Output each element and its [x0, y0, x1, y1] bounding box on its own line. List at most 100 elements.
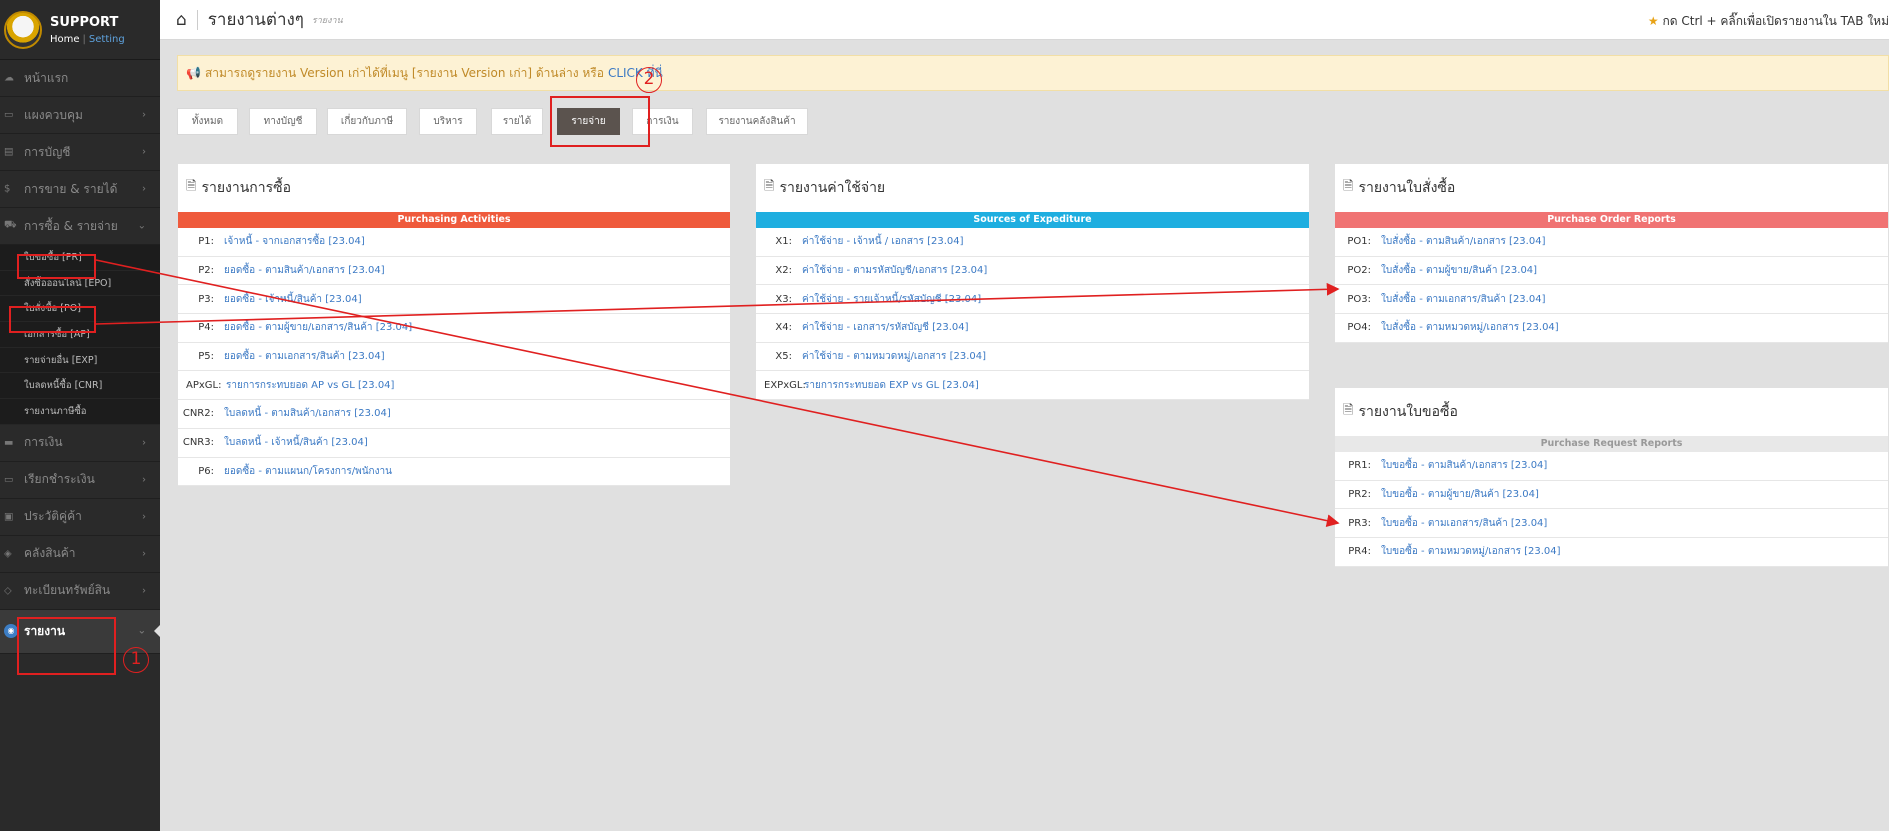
report-row[interactable]: X5: ค่าใช้จ่าย - ตามหมวดหมู่/เอกสาร [23.0… — [756, 343, 1309, 372]
report-code: P1: — [198, 236, 214, 248]
report-link[interactable]: รายการกระทบยอด AP vs GL [23.04] — [226, 378, 394, 393]
report-row[interactable]: X4: ค่าใช้จ่าย - เอกสาร/รหัสบัญชี [23.04] — [756, 314, 1309, 343]
tab-4[interactable]: รายได้ — [491, 108, 543, 135]
report-code: CNR2: — [182, 408, 214, 420]
annotation-number-1: 1 — [123, 647, 149, 673]
tab-2[interactable]: เกี่ยวกับภาษี — [327, 108, 407, 135]
report-code: PR3: — [1348, 517, 1371, 529]
chevron-icon: ⌄ — [137, 220, 146, 232]
report-row[interactable]: PR3: ใบขอซื้อ - ตามเอกสาร/สินค้า [23.04] — [1335, 509, 1888, 539]
report-row[interactable]: P5: ยอดซื้อ - ตามเอกสาร/สินค้า [23.04] — [178, 343, 730, 372]
chevron-down-icon: ⌄ — [137, 625, 146, 637]
tab-1[interactable]: ทางบัญชี — [249, 108, 317, 135]
sidebar-item-label: การบัญชี — [24, 144, 71, 159]
report-row[interactable]: P6: ยอดซื้อ - ตามแผนก/โครงการ/พนักงาน — [178, 458, 730, 487]
sidebar-item-label: คลังสินค้า — [24, 546, 76, 561]
panel-purchase-order-reports: 🗎 รายงานใบสั่งซื้อ Purchase Order Reports P… — [1334, 163, 1889, 344]
report-link[interactable]: ค่าใช้จ่าย - เจ้าหนี้ / เอกสาร [23.04] — [802, 234, 964, 249]
report-row[interactable]: CNR2: ใบลดหนี้ - ตามสินค้า/เอกสาร [23.04] — [178, 400, 730, 429]
report-row[interactable]: PR2: ใบขอซื้อ - ตามผู้ขาย/สินค้า [23.04] — [1335, 481, 1888, 510]
sidebar-item-bottom-0[interactable]: ▬ การเงิน › — [0, 425, 160, 462]
report-link[interactable]: ยอดซื้อ - ตามเอกสาร/สินค้า [23.04] — [224, 349, 385, 364]
home-icon[interactable]: ⌂ — [176, 10, 187, 30]
sidebar-item-label: ทะเบียนทรัพย์สิน — [24, 583, 111, 598]
report-row[interactable]: P1: เจ้าหนี้ - จากเอกสารซื้อ [23.04] — [178, 228, 730, 257]
home-link[interactable]: Home — [50, 34, 80, 45]
sidebar-item-top-2[interactable]: ▤ การบัญชี › — [0, 134, 160, 171]
sidebar-item-bottom-1[interactable]: ▭ เรียกชำระเงิน › — [0, 462, 160, 499]
report-link[interactable]: ใบขอซื้อ - ตามหมวดหมู่/เอกสาร [23.04] — [1381, 544, 1561, 559]
sidebar-item-label: การเงิน — [24, 435, 63, 450]
report-link[interactable]: รายการกระทบยอด EXP vs GL [23.04] — [804, 378, 979, 393]
chevron-icon: › — [142, 585, 146, 597]
document-icon: 🗎 — [1343, 403, 1354, 418]
megaphone-icon: 📢 — [186, 66, 201, 80]
sidebar-item-label: แผงควบคุม — [24, 107, 83, 122]
sidebar-item-top-4[interactable]: ⛟ การซื้อ & รายจ่าย ⌄ — [0, 208, 160, 245]
document-icon: 🗎 — [764, 179, 775, 194]
submenu-item[interactable]: รายจ่ายอื่น [EXP] — [0, 348, 160, 374]
report-row[interactable]: X2: ค่าใช้จ่าย - ตามรหัสบัญชี/เอกสาร [23.… — [756, 257, 1309, 286]
report-row[interactable]: PO1: ใบสั่งซื้อ - ตามสินค้า/เอกสาร [23.04… — [1335, 228, 1888, 257]
report-link[interactable]: ใบสั่งซื้อ - ตามผู้ขาย/สินค้า [23.04] — [1381, 263, 1537, 278]
report-link[interactable]: ยอดซื้อ - ตามสินค้า/เอกสาร [23.04] — [224, 263, 385, 278]
report-code: PR4: — [1348, 546, 1371, 558]
report-link[interactable]: ใบขอซื้อ - ตามผู้ขาย/สินค้า [23.04] — [1381, 487, 1539, 502]
cubes-icon: ◈ — [4, 548, 12, 560]
chevron-icon: › — [142, 511, 146, 523]
report-link[interactable]: ค่าใช้จ่าย - เอกสาร/รหัสบัญชี [23.04] — [802, 320, 969, 335]
report-code: P2: — [198, 265, 214, 277]
submenu-item[interactable]: รายงานภาษีซื้อ — [0, 399, 160, 425]
report-link[interactable]: ใบขอซื้อ - ตามเอกสาร/สินค้า [23.04] — [1381, 516, 1547, 531]
sidebar-item-label: เรียกชำระเงิน — [24, 472, 95, 487]
report-link[interactable]: ใบลดหนี้ - เจ้าหนี้/สินค้า [23.04] — [224, 435, 368, 450]
page-subtitle: รายงาน — [311, 15, 343, 26]
report-row[interactable]: P3: ยอดซื้อ - เจ้าหนี้/สินค้า [23.04] — [178, 285, 730, 315]
report-row[interactable]: PR4: ใบขอซื้อ - ตามหมวดหมู่/เอกสาร [23.04… — [1335, 538, 1888, 567]
report-row[interactable]: PO2: ใบสั่งซื้อ - ตามผู้ขาย/สินค้า [23.04… — [1335, 257, 1888, 286]
setting-link[interactable]: Setting — [89, 34, 125, 45]
report-row[interactable]: CNR3: ใบลดหนี้ - เจ้าหนี้/สินค้า [23.04] — [178, 429, 730, 458]
sidebar-item-bottom-2[interactable]: ▣ ประวัติคู่ค้า › — [0, 499, 160, 536]
chevron-icon: › — [142, 146, 146, 158]
report-row[interactable]: X3: ค่าใช้จ่าย - รายเจ้าหนี้/รหัสบัญชี [2… — [756, 285, 1309, 315]
report-link[interactable]: ใบสั่งซื้อ - ตามสินค้า/เอกสาร [23.04] — [1381, 234, 1545, 249]
report-row[interactable]: PO3: ใบสั่งซื้อ - ตามเอกสาร/สินค้า [23.04… — [1335, 285, 1888, 315]
report-link[interactable]: ยอดซื้อ - ตามผู้ขาย/เอกสาร/สินค้า [23.04… — [224, 320, 412, 335]
tab-0[interactable]: ทั้งหมด — [177, 108, 238, 135]
report-link[interactable]: ค่าใช้จ่าย - รายเจ้าหนี้/รหัสบัญชี [23.0… — [802, 292, 981, 307]
report-link[interactable]: ยอดซื้อ - เจ้าหนี้/สินค้า [23.04] — [224, 292, 362, 307]
report-row[interactable]: P4: ยอดซื้อ - ตามผู้ขาย/เอกสาร/สินค้า [23… — [178, 314, 730, 343]
report-row[interactable]: X1: ค่าใช้จ่าย - เจ้าหนี้ / เอกสาร [23.04… — [756, 228, 1309, 257]
sidebar-item-top-3[interactable]: $ การขาย & รายได้ › — [0, 171, 160, 208]
report-link[interactable]: เจ้าหนี้ - จากเอกสารซื้อ [23.04] — [224, 234, 365, 249]
report-link[interactable]: ใบสั่งซื้อ - ตามหมวดหมู่/เอกสาร [23.04] — [1381, 320, 1559, 335]
tab-3[interactable]: บริหาร — [419, 108, 477, 135]
report-code: PO1: — [1347, 236, 1371, 248]
annotation-number-2: 2 — [636, 67, 662, 93]
report-link[interactable]: ค่าใช้จ่าย - ตามรหัสบัญชี/เอกสาร [23.04] — [802, 263, 987, 278]
sidebar-item-top-1[interactable]: ▭ แผงควบคุม › — [0, 97, 160, 134]
logo-icon — [4, 10, 42, 49]
sidebar-item-bottom-4[interactable]: ◇ ทะเบียนทรัพย์สิน › — [0, 573, 160, 610]
report-link[interactable]: ใบขอซื้อ - ตามสินค้า/เอกสาร [23.04] — [1381, 458, 1547, 473]
cloud-icon: ☁ — [4, 72, 14, 84]
sidebar-item-bottom-3[interactable]: ◈ คลังสินค้า › — [0, 536, 160, 573]
submenu-item[interactable]: ใบลดหนี้ซื้อ [CNR] — [0, 373, 160, 400]
chevron-icon: › — [142, 183, 146, 195]
report-row[interactable]: PO4: ใบสั่งซื้อ - ตามหมวดหมู่/เอกสาร [23.… — [1335, 314, 1888, 343]
report-link[interactable]: ยอดซื้อ - ตามแผนก/โครงการ/พนักงาน — [224, 464, 392, 479]
report-code: X3: — [775, 293, 792, 305]
report-row[interactable]: P2: ยอดซื้อ - ตามสินค้า/เอกสาร [23.04] — [178, 257, 730, 286]
report-link[interactable]: ค่าใช้จ่าย - ตามหมวดหมู่/เอกสาร [23.04] — [802, 349, 986, 364]
sidebar: SUPPORT Home | Setting ☁ หน้าแรก ▭ แผงควบคุม ›… — [0, 0, 160, 831]
report-link[interactable]: ใบลดหนี้ - ตามสินค้า/เอกสาร [23.04] — [224, 406, 391, 421]
sidebar-item-top-0[interactable]: ☁ หน้าแรก — [0, 60, 160, 97]
panel-title: 🗎 รายงานใบขอซื้อ — [1335, 388, 1888, 436]
report-row[interactable]: EXPxGL: รายการกระทบยอด EXP vs GL [23.04] — [756, 371, 1309, 401]
report-link[interactable]: ใบสั่งซื้อ - ตามเอกสาร/สินค้า [23.04] — [1381, 292, 1545, 307]
hint-text: กด Ctrl + คลิ๊กเพื่อเปิดรายงานใน TAB ใหม… — [1662, 14, 1889, 28]
report-row[interactable]: APxGL: รายการกระทบยอด AP vs GL [23.04] — [178, 371, 730, 401]
tab-7[interactable]: รายงานคลังสินค้า — [706, 108, 808, 135]
report-row[interactable]: PR1: ใบขอซื้อ - ตามสินค้า/เอกสาร [23.04] — [1335, 452, 1888, 481]
